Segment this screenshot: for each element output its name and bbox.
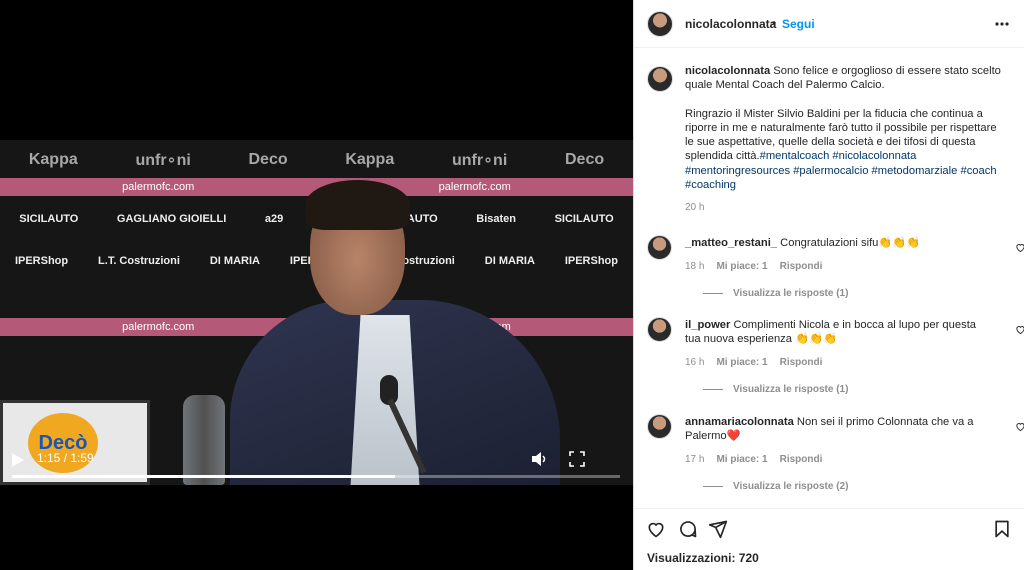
comment-body: Congratulazioni sifu👏👏👏: [780, 237, 921, 249]
comment-username[interactable]: il_power: [685, 319, 730, 331]
reply-divider: [703, 389, 723, 390]
backdrop-logos-top: Kappa unfr∘ni Deco Kappa unfr∘ni Deco: [0, 140, 633, 180]
comment-username[interactable]: annamariacolonnata: [685, 416, 794, 428]
follow-button[interactable]: Segui: [782, 17, 815, 31]
avatar[interactable]: [647, 66, 673, 92]
avatar[interactable]: [647, 414, 672, 439]
view-replies-link[interactable]: Visualizza le risposte (1): [703, 384, 848, 395]
more-icon[interactable]: [994, 16, 1010, 32]
volume-icon[interactable]: [530, 450, 548, 468]
play-icon[interactable]: [12, 453, 24, 467]
speaker-figure: [210, 180, 630, 485]
views-count: Visualizzazioni: 720: [647, 551, 759, 565]
comment-item: il_power Complimenti Nicola e in bocca a…: [647, 317, 1024, 397]
video-time: 1:15 / 1:59: [37, 451, 94, 465]
comment-likes[interactable]: Mi piace: 1: [716, 454, 767, 465]
comment-time: 18 h: [685, 261, 705, 272]
heart-icon[interactable]: [1015, 421, 1024, 432]
post-actions: Visualizzazioni: 720: [634, 508, 1024, 570]
comments-list[interactable]: nicolacolonnata Sono felice e orgoglioso…: [634, 49, 1024, 509]
view-replies-label: Visualizza le risposte (2): [733, 481, 849, 492]
comment-meta: 18 h Mi piace: 1 Rispondi: [685, 261, 822, 272]
comment-text: annamariacolonnata Non sei il primo Colo…: [685, 415, 990, 444]
media-pane: Kappa unfr∘ni Deco Kappa unfr∘ni Deco pa…: [0, 0, 633, 570]
backdrop-logo: unfr∘ni: [135, 152, 191, 169]
comment-item: _matteo_restani_ Congratulazioni sifu👏👏👏…: [647, 235, 1024, 315]
caption-text: nicolacolonnata Sono felice e orgoglioso…: [685, 64, 1005, 216]
comment-username[interactable]: _matteo_restani_: [685, 237, 777, 249]
heart-icon[interactable]: [646, 519, 666, 539]
avatar[interactable]: [647, 11, 673, 37]
reply-button[interactable]: Rispondi: [780, 357, 823, 368]
comment-meta: 16 h Mi piace: 1 Rispondi: [685, 357, 822, 368]
share-icon[interactable]: [708, 519, 728, 539]
backdrop-logo: Deco: [248, 151, 288, 168]
video-progress-fill: [12, 475, 396, 478]
comment-icon[interactable]: [678, 519, 698, 539]
video-controls: 1:15 / 1:59: [0, 445, 633, 485]
caption-username[interactable]: nicolacolonnata: [685, 65, 770, 77]
speaker-hair: [305, 180, 410, 230]
heart-icon[interactable]: [1015, 324, 1024, 335]
comment-text: il_power Complimenti Nicola e in bocca a…: [685, 318, 990, 347]
backdrop-logo: Kappa: [28, 151, 78, 168]
bookmark-icon[interactable]: [992, 519, 1012, 539]
band-text: palermofc.com: [122, 181, 195, 193]
comment-time: 16 h: [685, 357, 705, 368]
reply-button[interactable]: Rispondi: [780, 261, 823, 272]
caption-time: 20 h: [685, 202, 705, 214]
comment-item: annamariacolonnata Non sei il primo Colo…: [647, 414, 1024, 494]
view-replies-label: Visualizza le risposte (1): [733, 288, 849, 299]
header-separator: •: [772, 16, 777, 30]
reply-divider: [703, 293, 723, 294]
fullscreen-icon[interactable]: [568, 450, 586, 468]
comment-likes[interactable]: Mi piace: 1: [716, 261, 767, 272]
view-replies-link[interactable]: Visualizza le risposte (2): [703, 481, 848, 492]
sponsor-logo: L.T. Costruzioni: [98, 255, 180, 267]
sponsor-logo: IPERShop: [14, 255, 69, 267]
avatar[interactable]: [647, 317, 672, 342]
band-text: palermofc.com: [122, 321, 195, 333]
comment-meta: 17 h Mi piace: 1 Rispondi: [685, 454, 822, 465]
view-replies-label: Visualizza le risposte (1): [733, 384, 849, 395]
heart-icon[interactable]: [1015, 242, 1024, 253]
sponsor-logo: SICILAUTO: [19, 213, 79, 225]
reply-button[interactable]: Rispondi: [780, 454, 823, 465]
comment-text: _matteo_restani_ Congratulazioni sifu👏👏👏: [685, 236, 990, 250]
avatar[interactable]: [647, 235, 672, 260]
post-panel: nicolacolonnata • Segui nicolacolonnata …: [633, 0, 1024, 570]
comment-likes[interactable]: Mi piace: 1: [716, 357, 767, 368]
backdrop-logo: unfr∘ni: [451, 152, 508, 169]
reply-divider: [703, 486, 723, 487]
comment-time: 17 h: [685, 454, 705, 465]
header-username[interactable]: nicolacolonnata: [685, 17, 776, 31]
backdrop-logo: Deco: [564, 151, 605, 168]
backdrop-logo: Kappa: [345, 151, 395, 168]
video-progress-bar[interactable]: [12, 475, 620, 478]
view-replies-link[interactable]: Visualizza le risposte (1): [703, 288, 848, 299]
video-player[interactable]: Kappa unfr∘ni Deco Kappa unfr∘ni Deco pa…: [0, 140, 633, 485]
post-header: nicolacolonnata • Segui: [634, 0, 1024, 48]
